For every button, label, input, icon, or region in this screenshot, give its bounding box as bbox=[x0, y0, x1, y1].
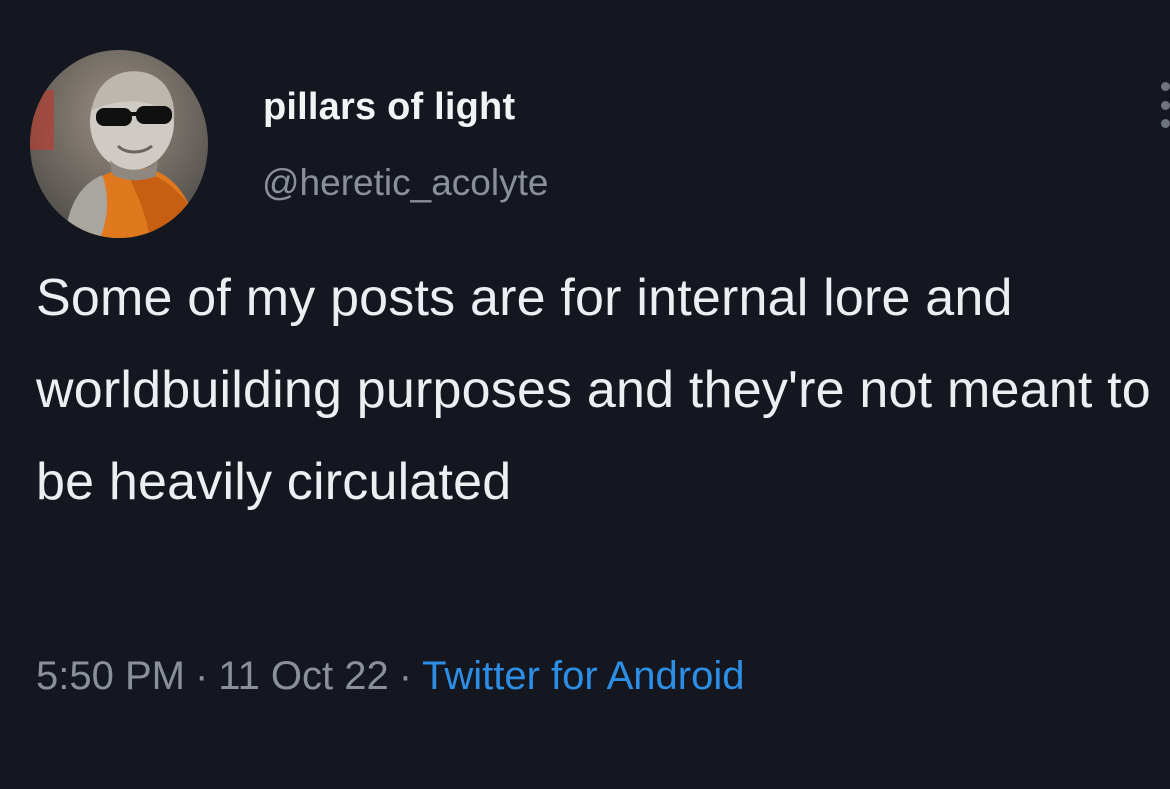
more-options-dot bbox=[1161, 100, 1170, 110]
more-options-icon[interactable] bbox=[1158, 82, 1170, 128]
tweet-text: Some of my posts are for internal lore a… bbox=[36, 269, 1151, 511]
avatar-image-icon bbox=[30, 50, 208, 238]
tweet-metadata: 5:50 PM · 11 Oct 22 · Twitter for Android bbox=[36, 654, 744, 699]
meta-separator: · bbox=[398, 654, 413, 698]
more-options-dot bbox=[1161, 119, 1170, 128]
avatar[interactable] bbox=[30, 50, 208, 238]
tweet-time[interactable]: 5:50 PM bbox=[36, 654, 185, 698]
user-handle[interactable]: @heretic_acolyte bbox=[262, 162, 548, 204]
tweet-source-link[interactable]: Twitter for Android bbox=[422, 654, 744, 698]
display-name[interactable]: pillars of light bbox=[263, 86, 515, 129]
more-options-dot bbox=[1161, 82, 1170, 91]
meta-separator: · bbox=[194, 654, 209, 698]
tweet-card: pillars of light @heretic_acolyte Some o… bbox=[0, 0, 1170, 789]
tweet-date[interactable]: 11 Oct 22 bbox=[218, 654, 388, 698]
